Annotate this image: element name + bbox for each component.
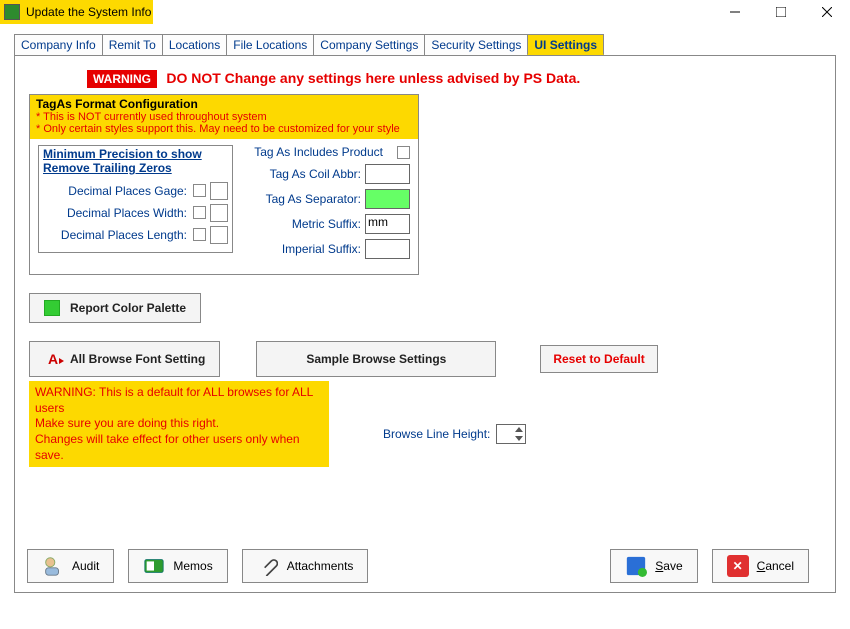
window-title: Update the System Info: [26, 5, 151, 19]
attachments-label: Attachments: [287, 559, 354, 573]
tagas-title: TagAs Format Configuration: [36, 97, 412, 111]
attachments-button[interactable]: Attachments: [242, 549, 369, 583]
palette-label: Report Color Palette: [70, 301, 186, 315]
audit-button[interactable]: Audit: [27, 549, 114, 583]
tab-company-settings[interactable]: Company Settings: [313, 34, 425, 55]
memos-icon: [143, 555, 165, 577]
memos-label: Memos: [173, 559, 212, 573]
precision-header2: Remove Trailing Zeros: [43, 161, 172, 175]
warning-text: DO NOT Change any settings here unless a…: [166, 70, 580, 86]
tab-file-locations[interactable]: File Locations: [226, 34, 314, 55]
bottom-bar: Audit Memos Attachments Save ✕ Cancel: [27, 546, 823, 586]
font-icon: A: [44, 351, 62, 367]
length-input[interactable]: [210, 226, 228, 244]
separator-input[interactable]: [365, 189, 410, 209]
minimize-button[interactable]: [712, 0, 758, 24]
metric-suffix-input[interactable]: mm: [365, 214, 410, 234]
report-color-palette-button[interactable]: Report Color Palette: [29, 293, 201, 323]
gage-checkbox[interactable]: [193, 184, 206, 197]
tagas-note1: * This is NOT currently used throughout …: [36, 111, 412, 123]
tagas-group: TagAs Format Configuration * This is NOT…: [29, 94, 419, 275]
font-label: All Browse Font Setting: [70, 352, 205, 366]
precision-header1: Minimum Precision to show: [43, 147, 202, 161]
all-browse-font-button[interactable]: A All Browse Font Setting: [29, 341, 220, 377]
tab-strip: Company Info Remit To Locations File Loc…: [14, 34, 850, 55]
title-bar: Update the System Info: [0, 0, 850, 24]
app-icon: [4, 4, 20, 20]
width-input[interactable]: [210, 204, 228, 222]
tab-company-info[interactable]: Company Info: [14, 34, 103, 55]
tab-ui-settings[interactable]: UI Settings: [527, 34, 604, 55]
tab-remit-to[interactable]: Remit To: [102, 34, 163, 55]
audit-icon: [42, 555, 64, 577]
palette-icon: [44, 300, 60, 316]
yellow-warn-l3: Changes will take effect for other users…: [35, 432, 323, 463]
warning-line: WARNING DO NOT Change any settings here …: [87, 70, 821, 86]
save-button[interactable]: Save: [610, 549, 697, 583]
metric-suffix-label: Metric Suffix:: [292, 217, 361, 231]
cancel-label: Cancel: [757, 559, 794, 573]
imperial-suffix-input[interactable]: [365, 239, 410, 259]
browse-line-input[interactable]: [496, 424, 526, 444]
memos-button[interactable]: Memos: [128, 549, 227, 583]
coil-label: Tag As Coil Abbr:: [270, 167, 361, 181]
gage-input[interactable]: [210, 182, 228, 200]
sample-browse-button[interactable]: Sample Browse Settings: [256, 341, 496, 377]
maximize-button[interactable]: [758, 0, 804, 24]
yellow-warn-l1: WARNING: This is a default for ALL brows…: [35, 385, 323, 416]
includes-checkbox[interactable]: [397, 146, 410, 159]
save-icon: [625, 555, 647, 577]
sample-label: Sample Browse Settings: [306, 352, 446, 366]
save-label: Save: [655, 559, 682, 573]
imperial-suffix-label: Imperial Suffix:: [282, 242, 361, 256]
tab-security-settings[interactable]: Security Settings: [424, 34, 528, 55]
cancel-icon: ✕: [727, 555, 749, 577]
cancel-button[interactable]: ✕ Cancel: [712, 549, 809, 583]
reset-default-button[interactable]: Reset to Default: [540, 345, 657, 373]
precision-box: Minimum Precision to show Remove Trailin…: [38, 145, 233, 253]
paperclip-icon: [257, 555, 279, 577]
audit-label: Audit: [72, 559, 99, 573]
length-checkbox[interactable]: [193, 228, 206, 241]
coil-input[interactable]: [365, 164, 410, 184]
tab-locations[interactable]: Locations: [162, 34, 227, 55]
browse-line-height: Browse Line Height:: [383, 424, 526, 444]
width-checkbox[interactable]: [193, 206, 206, 219]
length-label: Decimal Places Length:: [61, 228, 187, 242]
yellow-warning-box: WARNING: This is a default for ALL brows…: [29, 381, 329, 467]
close-button[interactable]: [804, 0, 850, 24]
browse-line-label: Browse Line Height:: [383, 427, 490, 441]
yellow-warn-l2: Make sure you are doing this right.: [35, 416, 323, 432]
warning-badge: WARNING: [87, 70, 157, 88]
separator-label: Tag As Separator:: [266, 192, 361, 206]
tab-panel: WARNING DO NOT Change any settings here …: [14, 55, 836, 593]
tagas-note2: * Only certain styles support this. May …: [36, 123, 412, 135]
width-label: Decimal Places Width:: [67, 206, 187, 220]
gage-label: Decimal Places Gage:: [68, 184, 187, 198]
includes-label: Tag As Includes Product: [254, 145, 383, 159]
